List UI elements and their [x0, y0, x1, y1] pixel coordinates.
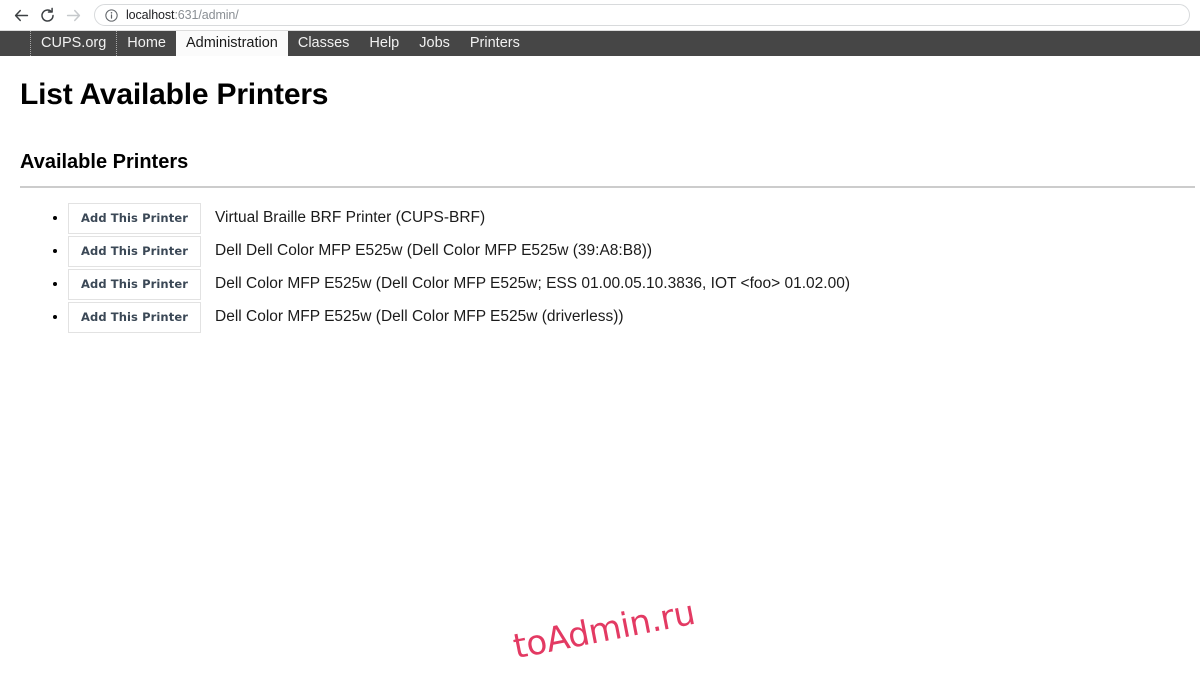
nav-item-administration[interactable]: Administration [175, 31, 288, 56]
printer-row: Add This Printer Virtual Braille BRF Pri… [68, 202, 1180, 235]
list-item: Add This Printer Dell Dell Color MFP E52… [68, 235, 1180, 268]
printer-name: Virtual Braille BRF Printer (CUPS-BRF) [215, 209, 486, 226]
list-item: Add This Printer Dell Color MFP E525w (D… [68, 268, 1180, 301]
page-title: List Available Printers [20, 78, 329, 111]
add-this-printer-button[interactable]: Add This Printer [68, 268, 201, 300]
section-heading-available-printers: Available Printers [20, 150, 189, 173]
watermark: toAdmin.ru [510, 592, 699, 668]
printer-name: Dell Color MFP E525w (Dell Color MFP E52… [215, 275, 850, 292]
nav-item-help[interactable]: Help [359, 31, 409, 56]
nav-item-classes[interactable]: Classes [288, 31, 360, 56]
printer-row: Add This Printer Dell Dell Color MFP E52… [68, 235, 1180, 268]
section-divider [20, 185, 1195, 188]
nav-item-cups-org[interactable]: CUPS.org [30, 31, 116, 56]
url-host: localhost [126, 8, 175, 22]
add-this-printer-button[interactable]: Add This Printer [68, 301, 201, 333]
list-item: Add This Printer Virtual Braille BRF Pri… [68, 202, 1180, 235]
cups-navigation-bar: CUPS.org Home Administration Classes Hel… [0, 31, 1200, 56]
reload-icon[interactable] [34, 2, 60, 28]
back-icon[interactable] [8, 2, 34, 28]
nav-item-jobs[interactable]: Jobs [409, 31, 460, 56]
main-content: List Available Printers Available Printe… [0, 78, 1200, 334]
browser-toolbar: localhost:631/admin/ [0, 0, 1200, 31]
add-this-printer-button[interactable]: Add This Printer [68, 202, 201, 234]
nav-item-home[interactable]: Home [116, 31, 176, 56]
nav-item-printers[interactable]: Printers [460, 31, 530, 56]
add-this-printer-button[interactable]: Add This Printer [68, 235, 201, 267]
forward-icon [60, 2, 86, 28]
url-path: :631/admin/ [174, 8, 239, 22]
list-item: Add This Printer Dell Color MFP E525w (D… [68, 301, 1180, 334]
printer-row: Add This Printer Dell Color MFP E525w (D… [68, 301, 1180, 334]
printer-name: Dell Color MFP E525w (Dell Color MFP E52… [215, 308, 624, 325]
printer-row: Add This Printer Dell Color MFP E525w (D… [68, 268, 1180, 301]
site-info-icon[interactable] [105, 8, 118, 22]
available-printers-list: Add This Printer Virtual Braille BRF Pri… [20, 202, 1180, 334]
address-bar[interactable]: localhost:631/admin/ [94, 4, 1190, 26]
printer-name: Dell Dell Color MFP E525w (Dell Color MF… [215, 242, 653, 259]
